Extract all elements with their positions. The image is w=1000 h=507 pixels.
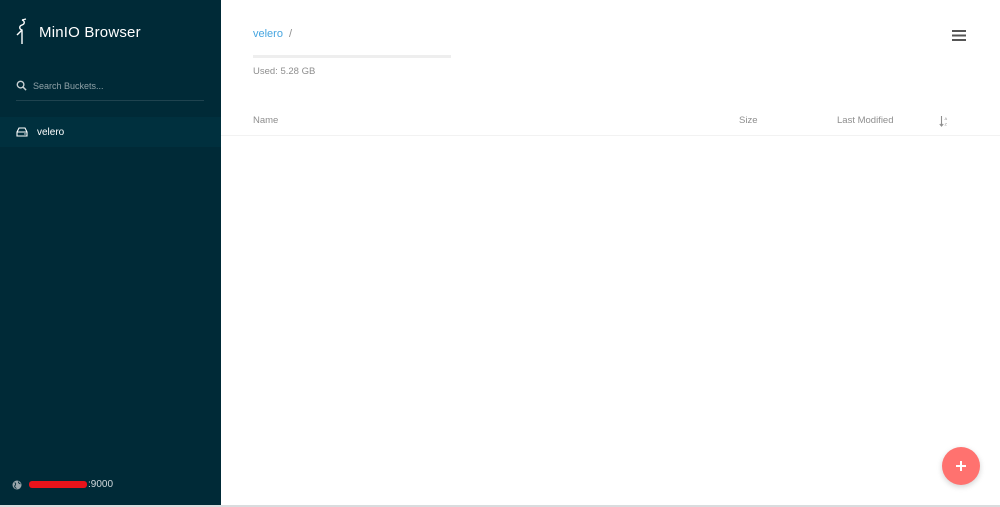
column-header-last-modified[interactable]: Last Modified	[837, 115, 894, 126]
storage-usage-bar	[253, 55, 451, 58]
breadcrumb-bucket-link[interactable]: velero	[253, 28, 283, 40]
hamburger-menu-icon[interactable]	[952, 29, 966, 42]
object-table-header: Name Size Last Modified A Z	[221, 107, 1000, 136]
column-header-size[interactable]: Size	[739, 115, 757, 126]
storage-usage-fill	[253, 55, 451, 58]
host-port: :9000	[88, 479, 114, 490]
breadcrumb: velero /	[253, 28, 292, 40]
sidebar: MinIO Browser velero :9000	[0, 0, 221, 507]
svg-text:A: A	[945, 116, 948, 121]
column-header-name[interactable]: Name	[253, 115, 278, 126]
globe-icon	[12, 480, 22, 489]
plus-icon	[956, 461, 966, 471]
app-title: MinIO Browser	[39, 23, 141, 41]
search-icon	[16, 80, 27, 91]
app-logo: MinIO Browser	[14, 18, 141, 46]
sidebar-item-velero[interactable]: velero	[0, 117, 221, 147]
sort-icon[interactable]: A Z	[939, 115, 949, 127]
search-buckets-input[interactable]	[33, 76, 201, 96]
host-info: :9000	[12, 479, 113, 490]
bucket-label: velero	[37, 126, 65, 138]
add-fab-button[interactable]	[942, 447, 980, 485]
drive-icon	[16, 127, 28, 137]
storage-used-label: Used: 5.28 GB	[253, 66, 316, 77]
breadcrumb-separator: /	[289, 28, 293, 40]
main-content: velero / Used: 5.28 GB Name Size Last Mo…	[221, 0, 1000, 507]
svg-text:Z: Z	[945, 122, 948, 127]
redacted-hostname	[29, 481, 87, 488]
bucket-search	[16, 76, 204, 101]
minio-logo-icon	[16, 18, 27, 44]
